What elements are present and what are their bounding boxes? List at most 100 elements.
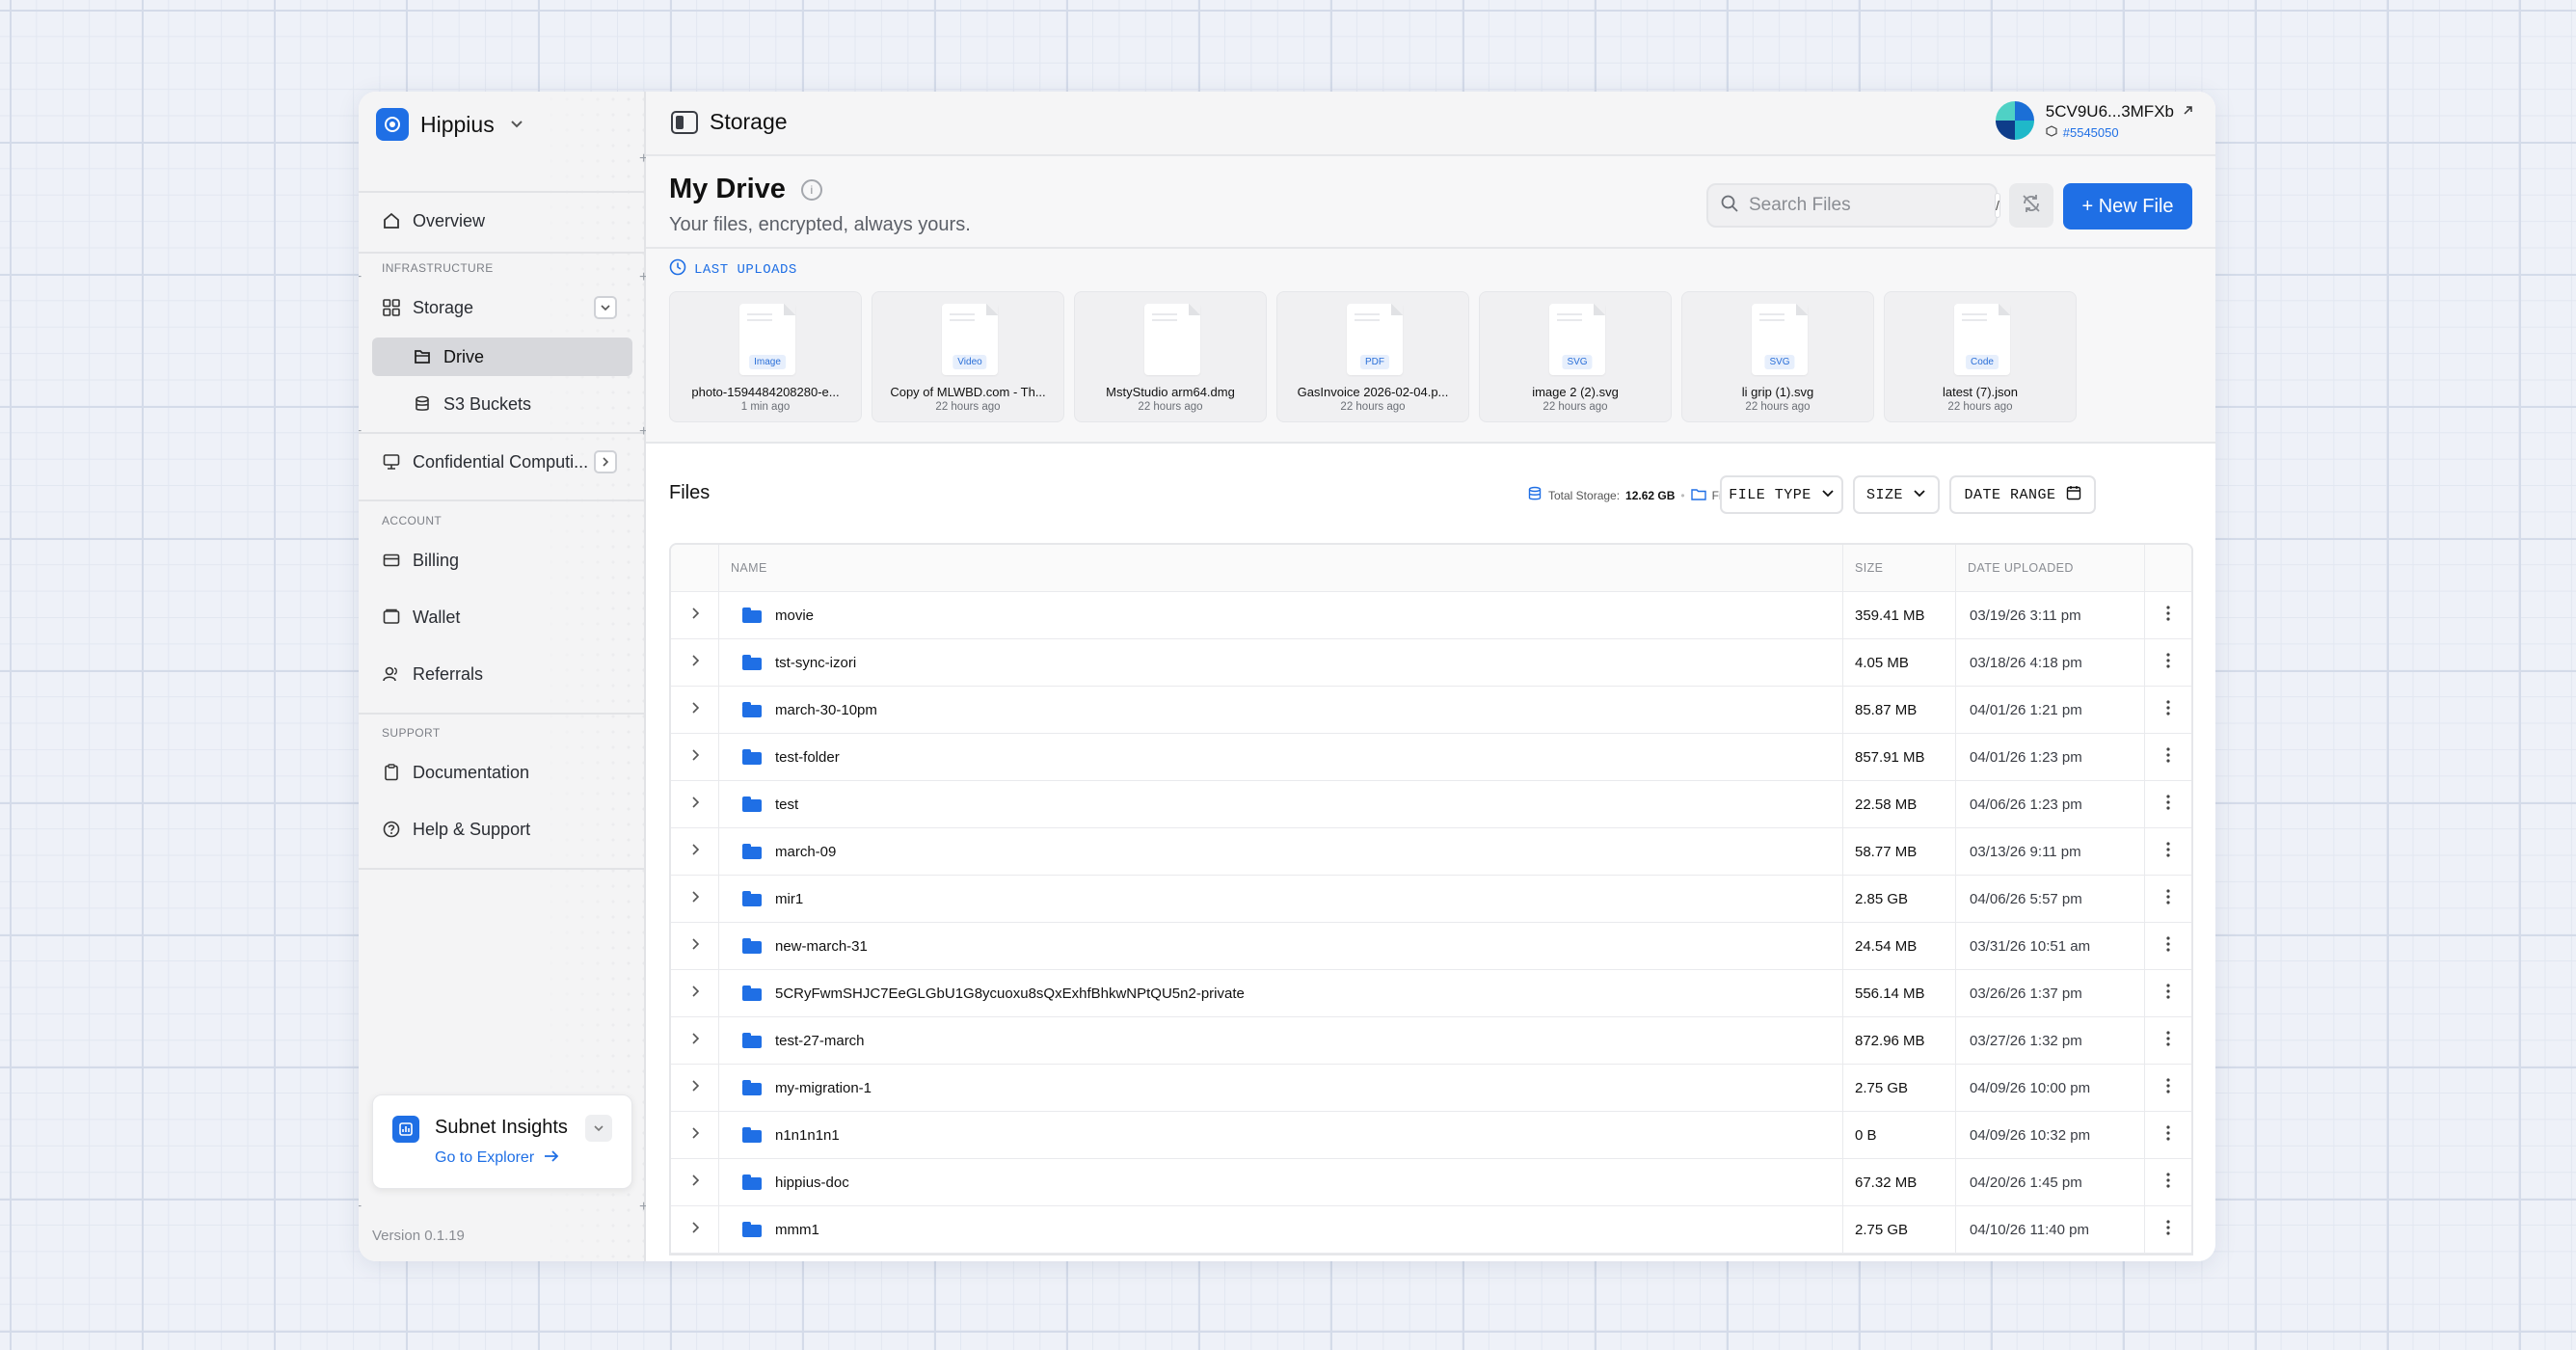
expand-row-button[interactable]	[671, 687, 719, 733]
table-row[interactable]: test 22.58 MB 04/06/26 1:23 pm	[671, 781, 2191, 828]
row-menu-button[interactable]	[2145, 876, 2191, 922]
sidebar-item-billing[interactable]: Billing	[372, 541, 632, 580]
upload-card[interactable]: Code latest (7).json 22 hours ago	[1884, 291, 2077, 422]
size-filter[interactable]: SIZE	[1853, 475, 1940, 514]
folder-name[interactable]: mmm1	[775, 1222, 819, 1238]
row-menu-button[interactable]	[2145, 592, 2191, 638]
column-header-size[interactable]: SIZE	[1843, 545, 1956, 591]
table-row[interactable]: test-folder 857.91 MB 04/01/26 1:23 pm	[671, 734, 2191, 781]
filter-label: SIZE	[1865, 486, 1903, 503]
table-row[interactable]: hippius-doc 67.32 MB 04/20/26 1:45 pm	[671, 1159, 2191, 1206]
search-box[interactable]: /	[1706, 183, 2000, 228]
folder-name[interactable]: my-migration-1	[775, 1080, 872, 1096]
table-row[interactable]: 5CRyFwmSHJC7EeGLGbU1G8ycuoxu8sQxExhfBhkw…	[671, 970, 2191, 1017]
new-file-button[interactable]: + New File	[2063, 183, 2192, 230]
plus-marker-icon: +	[359, 424, 362, 440]
file-type-filter[interactable]: FILE TYPE	[1720, 475, 1843, 514]
row-menu-button[interactable]	[2145, 781, 2191, 827]
row-menu-button[interactable]	[2145, 1206, 2191, 1253]
more-vertical-icon	[2166, 1219, 2170, 1240]
confidential-expand-button[interactable]	[594, 450, 617, 473]
go-to-explorer-link[interactable]: Go to Explorer	[435, 1149, 559, 1167]
expand-row-button[interactable]	[671, 1159, 719, 1205]
date-range-filter[interactable]: DATE RANGE	[1949, 475, 2096, 514]
expand-row-button[interactable]	[671, 828, 719, 875]
table-row[interactable]: march-09 58.77 MB 03/13/26 9:11 pm	[671, 828, 2191, 876]
sidebar-item-label: Referrals	[413, 663, 484, 684]
file-type-badge: SVG	[1764, 355, 1795, 369]
upload-card[interactable]: Video Copy of MLWBD.com - Th... 22 hours a…	[872, 291, 1064, 422]
sidebar-item-overview[interactable]: Overview	[372, 202, 632, 240]
sidebar-item-drive[interactable]: Drive	[372, 338, 632, 376]
table-row[interactable]: mmm1 2.75 GB 04/10/26 11:40 pm	[671, 1206, 2191, 1254]
row-menu-button[interactable]	[2145, 923, 2191, 969]
upload-card[interactable]: SVG li grip (1).svg 22 hours ago	[1681, 291, 1874, 422]
table-row[interactable]: test-27-march 872.96 MB 03/27/26 1:32 pm	[671, 1017, 2191, 1065]
filter-label: DATE RANGE	[1964, 486, 2056, 503]
expand-row-button[interactable]	[671, 970, 719, 1016]
external-link-icon[interactable]	[2182, 102, 2194, 122]
row-menu-button[interactable]	[2145, 1159, 2191, 1205]
sidebar-item-label: Billing	[413, 550, 460, 570]
row-menu-button[interactable]	[2145, 639, 2191, 686]
sidebar-item-help-support[interactable]: Help & Support	[372, 810, 632, 849]
row-menu-button[interactable]	[2145, 828, 2191, 875]
row-menu-button[interactable]	[2145, 687, 2191, 733]
upload-card[interactable]: SVG image 2 (2).svg 22 hours ago	[1479, 291, 1672, 422]
expand-row-button[interactable]	[671, 876, 719, 922]
table-row[interactable]: n1n1n1n1 0 B 04/09/26 10:32 pm	[671, 1112, 2191, 1159]
folder-name[interactable]: hippius-doc	[775, 1174, 849, 1191]
storage-collapse-button[interactable]	[594, 296, 617, 319]
row-menu-button[interactable]	[2145, 734, 2191, 780]
upload-card[interactable]: Image photo-1594484208280-e... 1 min ago	[669, 291, 862, 422]
sidebar-item-label: S3 Buckets	[443, 393, 532, 414]
folder-name[interactable]: test	[775, 796, 798, 813]
expand-row-button[interactable]	[671, 734, 719, 780]
expand-row-button[interactable]	[671, 1017, 719, 1064]
table-row[interactable]: tst-sync-izori 4.05 MB 03/18/26 4:18 pm	[671, 639, 2191, 687]
brand-switcher[interactable]: Hippius	[376, 105, 523, 144]
row-menu-button[interactable]	[2145, 1112, 2191, 1158]
expand-row-button[interactable]	[671, 592, 719, 638]
table-row[interactable]: my-migration-1 2.75 GB 04/09/26 10:00 pm	[671, 1065, 2191, 1112]
table-row[interactable]: mir1 2.85 GB 04/06/26 5:57 pm	[671, 876, 2191, 923]
table-row[interactable]: march-30-10pm 85.87 MB 04/01/26 1:21 pm	[671, 687, 2191, 734]
expand-row-button[interactable]	[671, 639, 719, 686]
folder-name[interactable]: test-folder	[775, 749, 840, 766]
search-input[interactable]	[1749, 195, 1985, 216]
table-row[interactable]: new-march-31 24.54 MB 03/31/26 10:51 am	[671, 923, 2191, 970]
expand-row-button[interactable]	[671, 1112, 719, 1158]
row-menu-button[interactable]	[2145, 970, 2191, 1016]
sync-button[interactable]	[2009, 183, 2053, 228]
sidebar-item-wallet[interactable]: Wallet	[372, 598, 632, 636]
folder-name[interactable]: 5CRyFwmSHJC7EeGLGbU1G8ycuoxu8sQxExhfBhkw…	[775, 986, 1245, 1002]
expand-row-button[interactable]	[671, 1206, 719, 1253]
folder-name[interactable]: test-27-march	[775, 1033, 865, 1049]
subnet-collapse-button[interactable]	[585, 1115, 612, 1142]
expand-row-button[interactable]	[671, 923, 719, 969]
table-row[interactable]: movie 359.41 MB 03/19/26 3:11 pm	[671, 592, 2191, 639]
folder-name[interactable]: n1n1n1n1	[775, 1127, 840, 1144]
subnet-insights-card[interactable]: Subnet Insights Go to Explorer	[372, 1094, 632, 1189]
folder-name[interactable]: new-march-31	[775, 938, 868, 955]
row-menu-button[interactable]	[2145, 1017, 2191, 1064]
expand-row-button[interactable]	[671, 781, 719, 827]
drive-subtitle: Your files, encrypted, always yours.	[669, 214, 971, 235]
folder-name[interactable]: mir1	[775, 891, 803, 907]
sidebar-item-documentation[interactable]: Documentation	[372, 753, 632, 792]
column-header-name[interactable]: NAME	[719, 545, 1843, 591]
folder-name[interactable]: movie	[775, 608, 814, 624]
folder-name[interactable]: march-30-10pm	[775, 702, 877, 718]
account-menu[interactable]: 5CV9U6...3MFXb #5545050	[1995, 101, 2194, 140]
sidebar-item-referrals[interactable]: Referrals	[372, 655, 632, 693]
sidebar-item-s3-buckets[interactable]: S3 Buckets	[372, 385, 632, 423]
sidebar-toggle-icon[interactable]	[671, 111, 698, 134]
expand-row-button[interactable]	[671, 1065, 719, 1111]
folder-name[interactable]: tst-sync-izori	[775, 655, 856, 671]
upload-card[interactable]: PDF GasInvoice 2026-02-04.p... 22 hours ag…	[1276, 291, 1469, 422]
folder-name[interactable]: march-09	[775, 844, 836, 860]
column-header-date[interactable]: DATE UPLOADED	[1956, 545, 2145, 591]
upload-card[interactable]: MstyStudio arm64.dmg 22 hours ago	[1074, 291, 1267, 422]
info-icon[interactable]: i	[800, 178, 822, 201]
row-menu-button[interactable]	[2145, 1065, 2191, 1111]
